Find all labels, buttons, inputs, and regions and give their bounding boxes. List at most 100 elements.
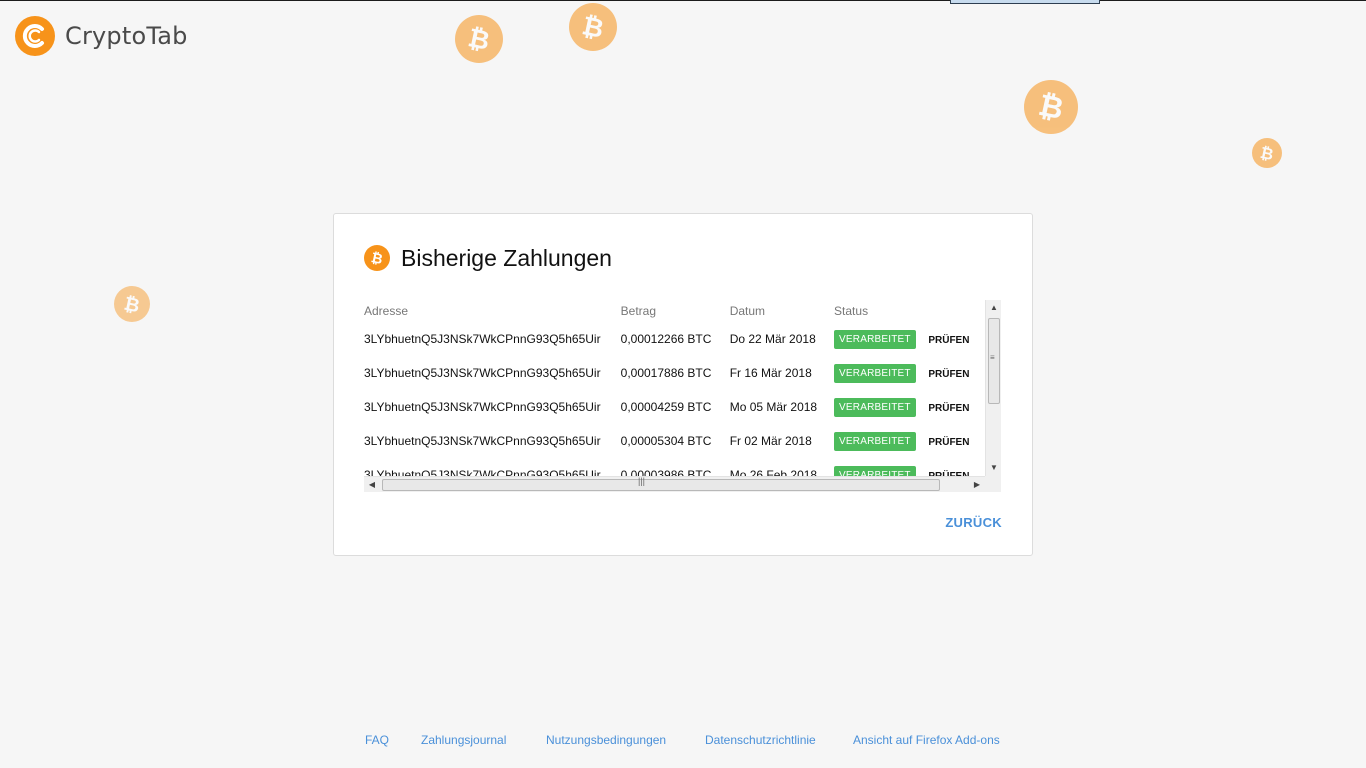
payment-amount-cell: 0,00004259 BTC bbox=[621, 390, 730, 424]
grip-icon: ||| bbox=[638, 476, 646, 486]
vertical-scrollbar[interactable]: ▲ ≡ ▼ bbox=[985, 300, 1001, 476]
payment-date: Do 22 Mär 2018 bbox=[729, 332, 816, 346]
arrow-down-icon[interactable]: ▼ bbox=[986, 460, 1001, 476]
svg-text:₿: ₿ bbox=[1259, 144, 1275, 162]
payment-address: 3LYbhuetnQ5J3NSk7WkCPnnG93Q5h65Uir bbox=[364, 434, 601, 448]
verify-link-cell: PRÜFEN bbox=[928, 390, 985, 424]
payment-date: Fr 16 Mär 2018 bbox=[729, 366, 812, 380]
footer-link-privacy[interactable]: Datenschutzrichtlinie bbox=[705, 733, 816, 747]
column-header-amount: Betrag bbox=[620, 304, 657, 318]
payment-status: VERARBEITET bbox=[834, 465, 916, 476]
column-header-address: Adresse bbox=[364, 304, 409, 318]
brand-logo[interactable]: CryptoTab bbox=[15, 16, 188, 56]
window-top-border bbox=[0, 0, 1366, 1]
column-header-action bbox=[928, 300, 985, 322]
verify-link-cell: PRÜFEN bbox=[928, 356, 985, 390]
column-header-status: Status bbox=[834, 304, 869, 318]
payments-table-viewport: Adresse Betrag Datum Status 3LYbhuetnQ5J… bbox=[364, 300, 985, 476]
svg-text:₿: ₿ bbox=[466, 24, 492, 54]
payment-date-cell: Fr 02 Mär 2018 bbox=[730, 424, 834, 458]
cryptotab-logo-icon bbox=[15, 16, 55, 56]
payment-amount-cell: 0,00005304 BTC bbox=[621, 424, 730, 458]
bitcoin-icon: ₿ bbox=[1024, 80, 1078, 134]
arrow-up-icon[interactable]: ▲ bbox=[986, 300, 1001, 316]
footer-link-firefox-addons[interactable]: Ansicht auf Firefox Add-ons bbox=[853, 733, 1000, 747]
verify-link-cell: PRÜFEN bbox=[928, 424, 985, 458]
arrow-left-icon[interactable]: ◀ bbox=[364, 477, 380, 492]
verify-link[interactable]: PRÜFEN bbox=[928, 403, 969, 414]
payment-date-cell: Mo 26 Feb 2018 bbox=[730, 458, 834, 476]
payment-amount: 0,00017886 BTC bbox=[620, 366, 712, 380]
svg-text:₿: ₿ bbox=[580, 12, 606, 42]
payment-date-cell: Mo 05 Mär 2018 bbox=[730, 390, 834, 424]
table-header-row: Adresse Betrag Datum Status bbox=[364, 300, 985, 322]
payment-address-cell: 3LYbhuetnQ5J3NSk7WkCPnnG93Q5h65Uir bbox=[364, 356, 621, 390]
svg-text:₿: ₿ bbox=[1036, 90, 1066, 124]
verify-link-cell: PRÜFEN bbox=[928, 322, 985, 356]
payment-status: VERARBEITET bbox=[834, 363, 916, 383]
scroll-corner bbox=[985, 476, 1001, 492]
payment-date: Mo 26 Feb 2018 bbox=[729, 468, 818, 476]
grip-icon: ≡ bbox=[990, 353, 995, 362]
payment-amount-cell: 0,00017886 BTC bbox=[621, 356, 730, 390]
payment-history-card: ₿ Bisherige Zahlungen Adresse Betrag Dat… bbox=[333, 213, 1033, 556]
bitcoin-icon: ₿ bbox=[364, 245, 390, 271]
table-row: 3LYbhuetnQ5J3NSk7WkCPnnG93Q5h65Uir 0,0000… bbox=[364, 390, 985, 424]
bitcoin-icon: ₿ bbox=[114, 286, 150, 322]
verify-link[interactable]: PRÜFEN bbox=[928, 437, 969, 448]
svg-text:₿: ₿ bbox=[122, 293, 142, 315]
payment-status: VERARBEITET bbox=[834, 431, 916, 451]
payment-amount: 0,00003986 BTC bbox=[620, 468, 712, 476]
svg-text:₿: ₿ bbox=[370, 250, 384, 266]
footer-links: FAQ Zahlungsjournal Nutzungsbedingungen … bbox=[0, 733, 1366, 749]
payment-status: VERARBEITET bbox=[834, 397, 916, 417]
payment-date: Mo 05 Mär 2018 bbox=[729, 400, 818, 414]
payment-amount-cell: 0,00012266 BTC bbox=[621, 322, 730, 356]
bitcoin-icon: ₿ bbox=[569, 3, 617, 51]
payment-status-cell: VERARBEITET bbox=[834, 390, 928, 424]
payment-status: VERARBEITET bbox=[834, 329, 916, 349]
bitcoin-icon: ₿ bbox=[455, 15, 503, 63]
payment-status-cell: VERARBEITET bbox=[834, 424, 928, 458]
payment-amount: 0,00012266 BTC bbox=[620, 332, 712, 346]
footer-link-payment-journal[interactable]: Zahlungsjournal bbox=[421, 733, 506, 747]
verify-link[interactable]: PRÜFEN bbox=[928, 369, 969, 380]
table-row: 3LYbhuetnQ5J3NSk7WkCPnnG93Q5h65Uir 0,0001… bbox=[364, 356, 985, 390]
payments-table-container[interactable]: Adresse Betrag Datum Status 3LYbhuetnQ5J… bbox=[364, 300, 1001, 492]
payment-address-cell: 3LYbhuetnQ5J3NSk7WkCPnnG93Q5h65Uir bbox=[364, 458, 621, 476]
verify-link[interactable]: PRÜFEN bbox=[928, 335, 969, 346]
payment-address-cell: 3LYbhuetnQ5J3NSk7WkCPnnG93Q5h65Uir bbox=[364, 424, 621, 458]
horizontal-scroll-thumb[interactable] bbox=[382, 479, 940, 491]
brand-name: CryptoTab bbox=[65, 22, 188, 50]
bitcoin-icon: ₿ bbox=[1252, 138, 1282, 168]
payment-amount-cell: 0,00003986 BTC bbox=[621, 458, 730, 476]
payment-date-cell: Do 22 Mär 2018 bbox=[730, 322, 834, 356]
table-row: 3LYbhuetnQ5J3NSk7WkCPnnG93Q5h65Uir 0,0000… bbox=[364, 424, 985, 458]
payments-table: Adresse Betrag Datum Status 3LYbhuetnQ5J… bbox=[364, 300, 985, 476]
footer-link-terms[interactable]: Nutzungsbedingungen bbox=[546, 733, 666, 747]
payment-address: 3LYbhuetnQ5J3NSk7WkCPnnG93Q5h65Uir bbox=[364, 400, 601, 414]
card-header: ₿ Bisherige Zahlungen bbox=[364, 244, 612, 272]
payment-status-cell: VERARBEITET bbox=[834, 356, 928, 390]
table-row: 3LYbhuetnQ5J3NSk7WkCPnnG93Q5h65Uir 0,0000… bbox=[364, 458, 985, 476]
footer-link-faq[interactable]: FAQ bbox=[365, 733, 389, 747]
page-title: Bisherige Zahlungen bbox=[401, 244, 612, 271]
top-strip bbox=[950, 0, 1100, 4]
payment-address: 3LYbhuetnQ5J3NSk7WkCPnnG93Q5h65Uir bbox=[364, 366, 601, 380]
payment-status-cell: VERARBEITET bbox=[834, 458, 928, 476]
payment-date-cell: Fr 16 Mär 2018 bbox=[730, 356, 834, 390]
horizontal-scrollbar[interactable]: ◀ ||| ▶ bbox=[364, 476, 985, 492]
payment-address-cell: 3LYbhuetnQ5J3NSk7WkCPnnG93Q5h65Uir bbox=[364, 322, 621, 356]
payment-amount: 0,00005304 BTC bbox=[620, 434, 712, 448]
table-row: 3LYbhuetnQ5J3NSk7WkCPnnG93Q5h65Uir 0,0001… bbox=[364, 322, 985, 356]
payment-amount: 0,00004259 BTC bbox=[620, 400, 712, 414]
payment-address: 3LYbhuetnQ5J3NSk7WkCPnnG93Q5h65Uir bbox=[364, 468, 601, 476]
column-header-date: Datum bbox=[729, 304, 766, 318]
arrow-right-icon[interactable]: ▶ bbox=[969, 477, 985, 492]
verify-link-cell: PRÜFEN bbox=[928, 458, 985, 476]
payment-date: Fr 02 Mär 2018 bbox=[729, 434, 812, 448]
payment-status-cell: VERARBEITET bbox=[834, 322, 928, 356]
payment-address: 3LYbhuetnQ5J3NSk7WkCPnnG93Q5h65Uir bbox=[364, 332, 601, 346]
payment-address-cell: 3LYbhuetnQ5J3NSk7WkCPnnG93Q5h65Uir bbox=[364, 390, 621, 424]
back-button[interactable]: ZURÜCK bbox=[945, 515, 1002, 530]
